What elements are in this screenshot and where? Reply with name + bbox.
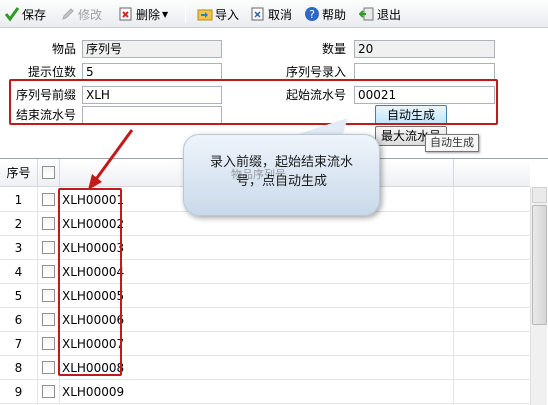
save-button[interactable]: 保存 bbox=[4, 3, 46, 25]
row-checkbox[interactable] bbox=[42, 313, 55, 326]
scroll-thumb[interactable] bbox=[532, 205, 547, 325]
toolbar-separator bbox=[185, 5, 186, 23]
row-index: 8 bbox=[0, 356, 38, 380]
row-check-cell bbox=[38, 356, 60, 380]
checkmark-icon bbox=[4, 6, 20, 22]
item-field[interactable]: 序列号 bbox=[82, 40, 222, 58]
row-serial[interactable]: XLH00009 bbox=[60, 380, 454, 404]
annotation-box bbox=[9, 79, 498, 125]
row-checkbox[interactable] bbox=[42, 241, 55, 254]
row-checkbox[interactable] bbox=[42, 265, 55, 278]
row-check-cell bbox=[38, 188, 60, 212]
toolbar: 保存 修改 删除 ▼ 导入 取消 ? 帮助 退出 bbox=[0, 0, 548, 28]
scroll-up-arrow[interactable] bbox=[532, 187, 547, 203]
row-index: 5 bbox=[0, 284, 38, 308]
qty-field[interactable]: 20 bbox=[354, 40, 495, 58]
cancel-button[interactable]: 取消 bbox=[250, 3, 292, 25]
svg-text:?: ? bbox=[309, 8, 315, 21]
row-index: 3 bbox=[0, 236, 38, 260]
row-index: 6 bbox=[0, 308, 38, 332]
row-index: 4 bbox=[0, 260, 38, 284]
row-check-cell bbox=[38, 308, 60, 332]
folder-import-icon bbox=[197, 6, 213, 22]
row-index: 2 bbox=[0, 212, 38, 236]
import-label: 导入 bbox=[215, 7, 240, 22]
delete-button[interactable]: 删除 ▼ bbox=[118, 3, 168, 25]
exit-button[interactable]: 退出 bbox=[358, 3, 402, 25]
vertical-scrollbar[interactable] bbox=[530, 187, 547, 405]
modify-button[interactable]: 修改 bbox=[60, 3, 102, 25]
row-check-cell bbox=[38, 260, 60, 284]
cancel-doc-icon bbox=[250, 6, 266, 22]
row-checkbox[interactable] bbox=[42, 385, 55, 398]
generated-column-box bbox=[58, 188, 122, 376]
table-row[interactable]: 9 XLH00009 bbox=[0, 380, 530, 404]
col-index-header[interactable]: 序号 bbox=[0, 159, 38, 187]
delete-label: 删除 bbox=[136, 7, 161, 22]
help-button[interactable]: ? 帮助 bbox=[304, 3, 346, 25]
row-checkbox[interactable] bbox=[42, 361, 55, 374]
chevron-down-icon[interactable]: ▼ bbox=[162, 10, 168, 19]
exit-label: 退出 bbox=[377, 7, 402, 22]
help-label: 帮助 bbox=[322, 7, 347, 22]
qty-label: 数量 bbox=[321, 42, 346, 56]
import-button[interactable]: 导入 bbox=[197, 3, 239, 25]
select-all-checkbox[interactable] bbox=[42, 166, 55, 179]
row-check-cell bbox=[38, 284, 60, 308]
row-index: 7 bbox=[0, 332, 38, 356]
row-checkbox[interactable] bbox=[42, 289, 55, 302]
cancel-label: 取消 bbox=[268, 7, 293, 22]
item-label: 物品 bbox=[51, 42, 76, 56]
row-checkbox[interactable] bbox=[42, 337, 55, 350]
save-label: 保存 bbox=[22, 7, 47, 22]
help-icon: ? bbox=[304, 6, 320, 22]
exit-icon bbox=[358, 6, 375, 22]
annotation-arrow bbox=[88, 129, 134, 190]
row-check-cell bbox=[38, 212, 60, 236]
row-index: 1 bbox=[0, 188, 38, 212]
modify-label: 修改 bbox=[78, 7, 103, 22]
col-check-header[interactable] bbox=[38, 159, 60, 187]
pencil-icon bbox=[60, 6, 76, 22]
row-checkbox[interactable] bbox=[42, 193, 55, 206]
row-checkbox[interactable] bbox=[42, 217, 55, 230]
row-check-cell bbox=[38, 236, 60, 260]
delete-doc-icon bbox=[118, 6, 134, 22]
tooltip: 自动生成 bbox=[425, 134, 479, 152]
row-check-cell bbox=[38, 380, 60, 404]
row-index: 9 bbox=[0, 380, 38, 404]
row-check-cell bbox=[38, 332, 60, 356]
grid-item-header-label: 物品序列号 bbox=[231, 168, 286, 181]
